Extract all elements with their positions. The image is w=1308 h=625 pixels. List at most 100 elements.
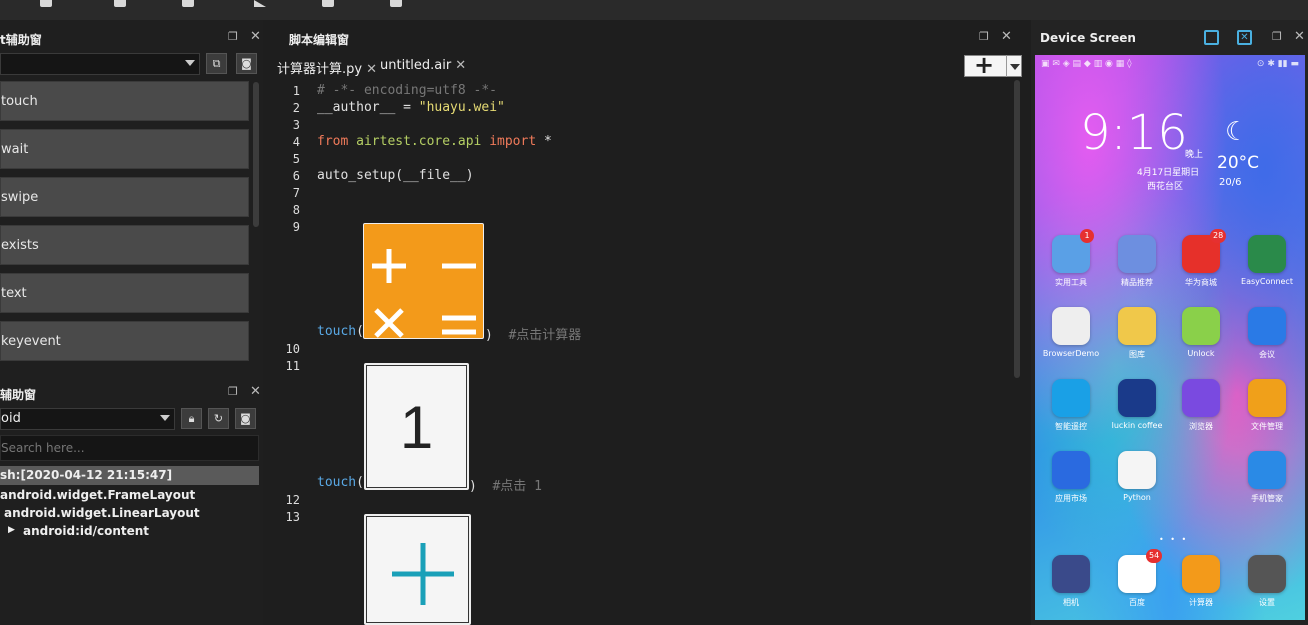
tree-root[interactable]: sh:[2020-04-12 21:15:47]: [0, 466, 259, 485]
app-icon[interactable]: [1118, 235, 1156, 273]
status-bar: ▣ ✉ ◈ ▤ ◆ ▥ ◉ ▦ ◊: [1041, 59, 1132, 69]
editor-close-icon[interactable]: ✕: [1001, 29, 1012, 44]
line-number: 1: [292, 84, 300, 98]
clock-location: 西花台区: [1147, 182, 1184, 192]
app-label: 文件管理: [1251, 422, 1283, 431]
app-icon[interactable]: [1182, 555, 1220, 593]
code-comment: #点击计算器: [508, 328, 582, 343]
app-icon[interactable]: [1118, 307, 1156, 345]
app-icon[interactable]: [1182, 379, 1220, 417]
record-button[interactable]: ◙: [236, 53, 257, 74]
device-float-icon[interactable]: ❐: [1272, 30, 1282, 43]
api-button-touch[interactable]: touch: [0, 81, 249, 121]
app-icon[interactable]: [1248, 555, 1286, 593]
search-input[interactable]: [0, 435, 259, 461]
code-line-4[interactable]: from airtest.core.api import *: [317, 134, 552, 149]
api-device-combo[interactable]: [0, 53, 200, 75]
app-icon[interactable]: [1248, 379, 1286, 417]
add-tab-button[interactable]: +: [964, 51, 1022, 79]
editor-float-icon[interactable]: ❐: [979, 30, 989, 43]
chevron-down-icon[interactable]: [1010, 64, 1020, 70]
app-label: 智能遥控: [1055, 422, 1087, 431]
refresh-button[interactable]: ↻: [208, 408, 229, 429]
app-icon[interactable]: [1182, 451, 1220, 489]
calculator-image-thumbnail[interactable]: [363, 223, 484, 339]
app-label: Python: [1123, 493, 1151, 502]
tree-item-framelayout[interactable]: android.widget.FrameLayout: [0, 488, 195, 502]
app-icon[interactable]: [1052, 379, 1090, 417]
api-panel-float-icon[interactable]: ❐: [228, 30, 238, 43]
toolbar-run-icon[interactable]: [254, 0, 266, 7]
poco-panel-title: 辅助窗: [0, 388, 37, 402]
toolbar-record-icon[interactable]: [114, 0, 126, 7]
plus-image-thumbnail[interactable]: [364, 514, 471, 625]
app-label: 华为商城: [1185, 278, 1217, 287]
toolbar-log-icon[interactable]: [390, 0, 402, 7]
app-icon[interactable]: [1052, 307, 1090, 345]
api-panel-scrollbar[interactable]: [253, 82, 259, 227]
app-icon[interactable]: [1248, 235, 1286, 273]
poco-panel-float-icon[interactable]: ❐: [228, 385, 238, 398]
api-button-text[interactable]: text: [0, 273, 249, 313]
code-line-11[interactable]: touch(: [317, 475, 364, 490]
poco-mode-combo[interactable]: oid: [0, 408, 175, 430]
clock-date: 4月17日星期日: [1137, 168, 1200, 178]
lock-button[interactable]: 🔒︎: [181, 408, 202, 429]
code-touch: touch: [317, 475, 357, 490]
code-line-1[interactable]: # -*- encoding=utf8 -*-: [317, 83, 497, 98]
close-icon[interactable]: ✕: [366, 62, 377, 77]
api-button-exists[interactable]: exists: [0, 225, 249, 265]
code-module: airtest.core.api: [356, 134, 482, 149]
toolbar-stop-icon[interactable]: [40, 0, 52, 7]
line-number: 2: [292, 101, 300, 115]
app-label: 会议: [1259, 350, 1275, 359]
line-number: 5: [292, 152, 300, 166]
app-badge: 1: [1080, 229, 1094, 243]
app-icon[interactable]: [1052, 451, 1090, 489]
lock-clock: 9:16: [1080, 105, 1188, 161]
poco-panel-close-icon[interactable]: ✕: [250, 384, 261, 399]
tree-item-content[interactable]: android:id/content: [23, 524, 149, 538]
app-icon[interactable]: [1248, 307, 1286, 345]
device-close-icon[interactable]: ✕: [1294, 29, 1305, 44]
code-line-9[interactable]: touch(: [317, 324, 364, 339]
chevron-down-icon: [185, 60, 195, 66]
code-line-6[interactable]: auto_setup(__file__): [317, 168, 474, 183]
code-paren-close: ): [485, 328, 493, 343]
tree-expand-icon[interactable]: ▶: [8, 525, 15, 535]
api-button-wait[interactable]: wait: [0, 129, 249, 169]
editor-scrollbar[interactable]: [1014, 80, 1020, 378]
device-settings-icon[interactable]: ✕: [1237, 30, 1252, 45]
api-button-keyevent[interactable]: keyevent: [0, 321, 249, 361]
app-label: 相机: [1063, 598, 1079, 607]
code-touch: touch: [317, 324, 357, 339]
code-line-2[interactable]: __author__ = "huayu.wei": [317, 100, 505, 115]
line-number: 10: [285, 342, 300, 356]
app-icon[interactable]: [1118, 451, 1156, 489]
tab-untitled[interactable]: untitled.air ✕: [380, 58, 466, 73]
code-line-9-end[interactable]: ) #点击计算器: [485, 324, 581, 343]
api-button-swipe[interactable]: swipe: [0, 177, 249, 217]
tab-calculator-script[interactable]: 计算器计算.py ✕: [277, 58, 377, 77]
tree-item-linearlayout[interactable]: android.widget.LinearLayout: [4, 506, 200, 520]
device-screen[interactable]: ▣ ✉ ◈ ▤ ◆ ▥ ◉ ▦ ◊ ⊙ ✱ ▮▮ ▬ 9:16 晚上 4月17日…: [1035, 55, 1305, 620]
device-orientation-icon[interactable]: [1204, 30, 1219, 45]
app-icon[interactable]: [1248, 451, 1286, 489]
digit-one-image-thumbnail[interactable]: 1: [364, 363, 469, 490]
line-number: 9: [292, 220, 300, 234]
app-label: 百度: [1129, 598, 1145, 607]
poco-mode-value: oid: [1, 411, 21, 426]
screenshot-button[interactable]: ⧉: [206, 53, 227, 74]
app-icon[interactable]: [1118, 379, 1156, 417]
app-icon[interactable]: [1052, 555, 1090, 593]
close-icon[interactable]: ✕: [455, 58, 466, 73]
toolbar-stop-run-icon[interactable]: [322, 0, 334, 7]
api-panel-close-icon[interactable]: ✕: [250, 29, 261, 44]
camera-button[interactable]: ◙: [235, 408, 256, 429]
app-icon[interactable]: [1182, 307, 1220, 345]
toolbar-file-icon[interactable]: [182, 0, 194, 7]
plus-icon: +: [974, 51, 995, 79]
code-line-11-end[interactable]: ) #点击 1: [469, 475, 542, 494]
app-label: EasyConnect: [1241, 277, 1293, 286]
code-comment: #点击 1: [492, 479, 542, 494]
